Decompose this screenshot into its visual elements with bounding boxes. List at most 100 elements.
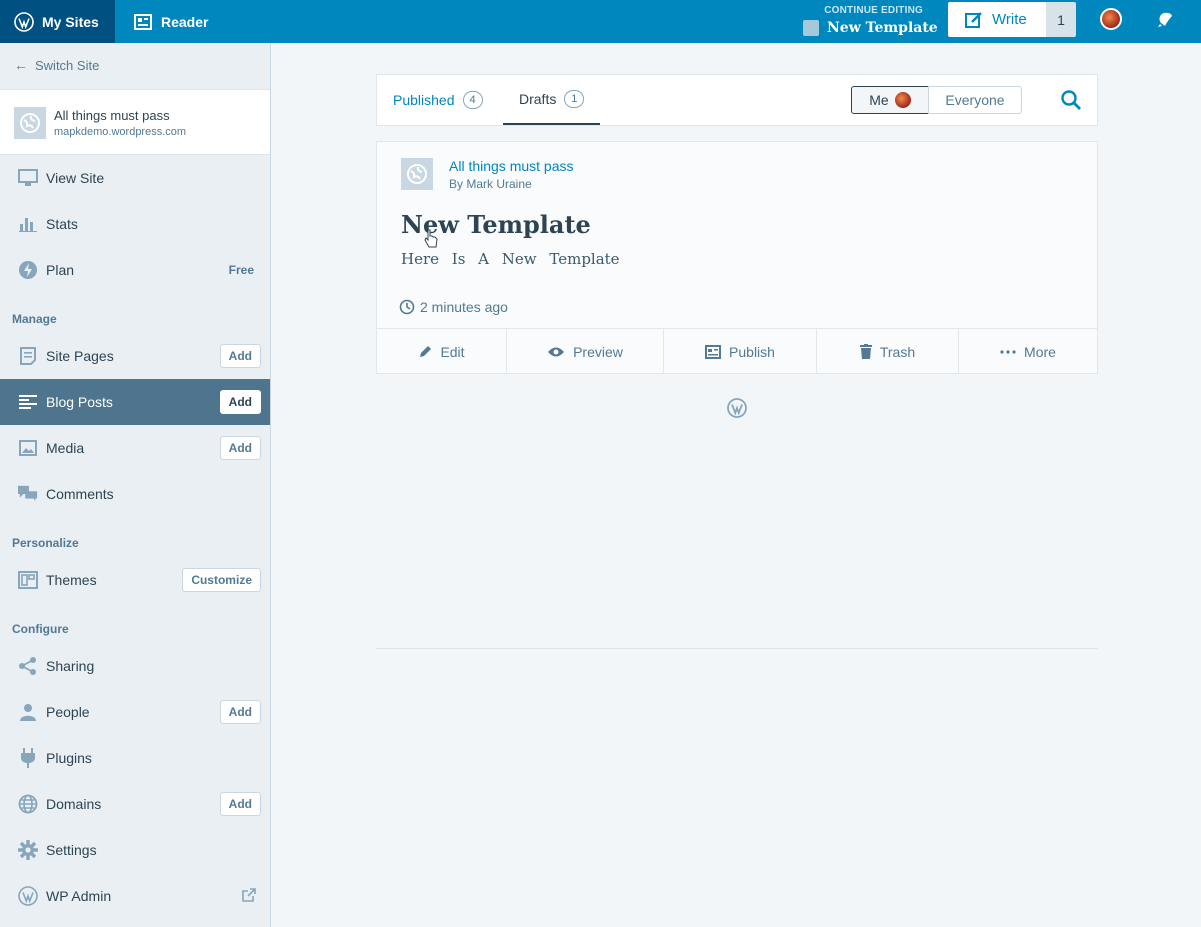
section-heading-manage: Manage — [12, 312, 57, 326]
tab-drafts[interactable]: Drafts 1 — [503, 75, 601, 125]
add-people-button[interactable]: Add — [219, 700, 261, 724]
masterbar: My Sites Reader CONTINUE EDITING New Tem… — [0, 0, 1201, 43]
gear-icon — [18, 840, 38, 860]
globe-icon — [18, 794, 38, 814]
user-avatar[interactable] — [1100, 8, 1122, 30]
filter-me-label: Me — [869, 92, 889, 108]
sidebar-item-site-pages[interactable]: Site Pages Add — [0, 333, 270, 379]
drafts-count-button[interactable]: 1 — [1046, 2, 1076, 37]
avatar — [894, 92, 911, 108]
notifications-bell-icon[interactable] — [1154, 9, 1176, 31]
wordpress-logo-icon — [18, 886, 38, 906]
eye-icon — [547, 346, 565, 358]
section-nav: Published 4 Drafts 1 Me Everyone — [376, 74, 1098, 126]
reader-button[interactable]: Reader — [115, 0, 215, 43]
site-blavatar-icon — [803, 20, 819, 36]
arrow-left-icon: ← — [14, 57, 28, 73]
add-page-button[interactable]: Add — [219, 344, 261, 368]
continue-editing-link[interactable]: CONTINUE EDITING New Template — [803, 4, 938, 38]
sidebar-item-blog-posts[interactable]: Blog Posts Add — [0, 379, 270, 425]
image-icon — [18, 438, 38, 458]
add-media-button[interactable]: Add — [219, 436, 261, 460]
plan-badge: Free — [228, 263, 254, 277]
write-icon — [965, 11, 982, 28]
trash-label: Trash — [879, 343, 916, 360]
globe-icon — [401, 158, 433, 190]
section-heading-personalize: Personalize — [12, 536, 79, 550]
sidebar-item-label: Media — [46, 440, 85, 456]
trash-icon — [859, 344, 872, 359]
more-label: More — [1024, 343, 1056, 360]
sidebar-item-label: Themes — [46, 572, 97, 588]
stats-icon — [18, 214, 38, 234]
preview-button[interactable]: Preview — [507, 329, 664, 374]
sidebar-item-plugins[interactable]: Plugins — [0, 735, 270, 781]
sidebar-item-label: Plan — [46, 262, 75, 278]
external-link-icon — [242, 887, 256, 905]
post-time: 2 minutes ago — [399, 299, 508, 315]
sidebar-item-comments[interactable]: Comments — [0, 471, 270, 517]
sidebar: ← Switch Site All things must pass mapkd… — [0, 43, 271, 927]
share-icon — [18, 656, 38, 676]
publish-label: Publish — [729, 343, 775, 360]
tab-published[interactable]: Published 4 — [393, 75, 483, 125]
current-site-card[interactable]: All things must pass mapkdemo.wordpress.… — [0, 89, 270, 155]
section-heading-configure: Configure — [12, 622, 69, 636]
sidebar-item-label: Blog Posts — [46, 394, 113, 410]
more-button[interactable]: More — [959, 329, 1097, 374]
add-post-button[interactable]: Add — [219, 390, 261, 414]
edit-label: Edit — [440, 343, 465, 360]
reader-label: Reader — [161, 13, 209, 30]
sidebar-item-people[interactable]: People Add — [0, 689, 270, 735]
customize-button[interactable]: Customize — [182, 568, 261, 592]
pencil-icon — [418, 345, 432, 359]
sidebar-item-view-site[interactable]: View Site — [0, 155, 270, 201]
page-icon — [18, 346, 38, 366]
tab-label: Published — [393, 92, 455, 108]
site-name: All things must pass — [54, 108, 170, 123]
filter-me-button[interactable]: Me — [851, 86, 929, 114]
plan-bolt-icon — [18, 260, 38, 280]
sidebar-item-domains[interactable]: Domains Add — [0, 781, 270, 827]
write-button[interactable]: Write — [948, 2, 1046, 37]
reader-icon — [134, 13, 152, 30]
sidebar-item-themes[interactable]: Themes Customize — [0, 557, 270, 603]
switch-site-label: Switch Site — [35, 57, 100, 73]
edit-button[interactable]: Edit — [377, 329, 507, 374]
publish-icon — [705, 344, 722, 359]
add-domain-button[interactable]: Add — [219, 792, 261, 816]
switch-site-link[interactable]: ← Switch Site — [14, 57, 99, 73]
publish-button[interactable]: Publish — [664, 329, 817, 374]
sidebar-item-label: Stats — [46, 216, 78, 232]
posts-icon — [18, 392, 38, 412]
sidebar-item-label: Sharing — [46, 658, 95, 674]
sidebar-item-label: View Site — [46, 170, 105, 186]
post-site-link[interactable]: All things must pass — [449, 158, 574, 174]
sidebar-item-label: Plugins — [46, 750, 92, 766]
plug-icon — [18, 748, 38, 768]
wordpress-logo-icon — [14, 11, 34, 32]
post-author: By Mark Uraine — [449, 177, 532, 191]
continue-editing-title: New Template — [827, 20, 938, 36]
sidebar-item-label: Comments — [46, 486, 114, 502]
sidebar-item-settings[interactable]: Settings — [0, 827, 270, 873]
tab-label: Drafts — [519, 91, 557, 107]
globe-icon — [14, 107, 46, 139]
trash-button[interactable]: Trash — [817, 329, 959, 374]
sidebar-item-media[interactable]: Media Add — [0, 425, 270, 471]
my-sites-button[interactable]: My Sites — [0, 0, 115, 43]
themes-icon — [18, 570, 38, 590]
site-url: mapkdemo.wordpress.com — [54, 126, 187, 138]
sidebar-item-sharing[interactable]: Sharing — [0, 643, 270, 689]
sidebar-item-stats[interactable]: Stats — [0, 201, 270, 247]
preview-label: Preview — [573, 343, 623, 360]
sidebar-item-wp-admin[interactable]: WP Admin — [0, 873, 270, 919]
sidebar-item-label: People — [46, 704, 90, 720]
sidebar-item-plan[interactable]: Plan Free — [0, 247, 270, 293]
monitor-icon — [18, 168, 38, 188]
person-icon — [18, 702, 38, 722]
published-count-badge: 4 — [462, 91, 483, 109]
search-icon[interactable] — [1060, 89, 1082, 111]
filter-everyone-button[interactable]: Everyone — [928, 86, 1022, 114]
sidebar-item-label: WP Admin — [46, 888, 112, 904]
